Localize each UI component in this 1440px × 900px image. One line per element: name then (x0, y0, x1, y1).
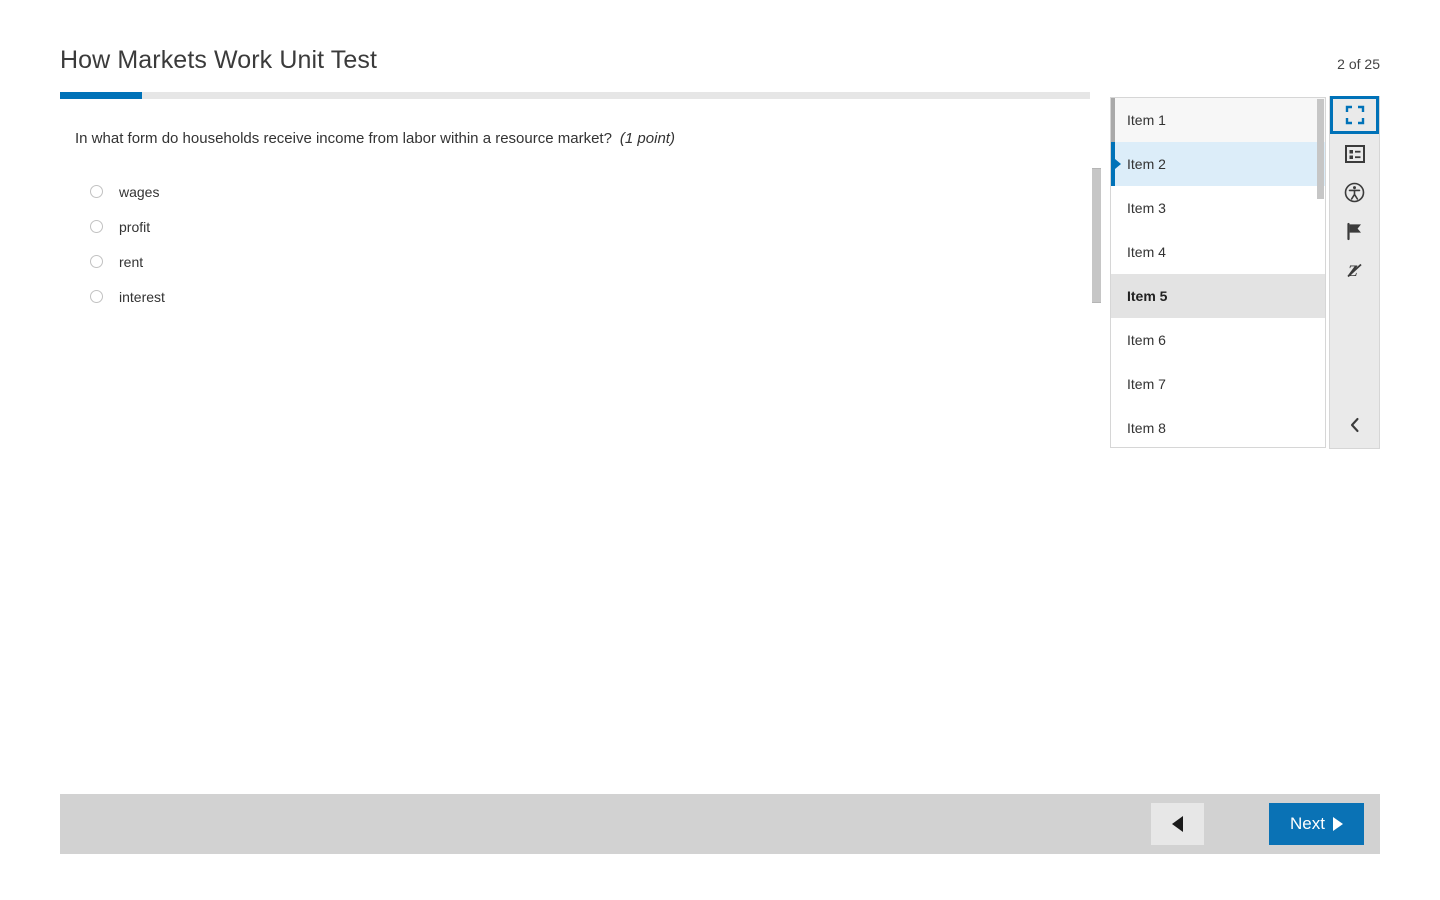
item-review-button[interactable] (1330, 134, 1379, 173)
radio-button[interactable] (90, 220, 103, 233)
item-list-scrollbar-thumb[interactable] (1317, 99, 1324, 199)
question-panel: In what form do households receive incom… (60, 118, 1101, 778)
radio-button[interactable] (90, 185, 103, 198)
item-review-list-icon (1344, 144, 1365, 163)
answer-option-label: rent (119, 253, 144, 270)
page-title: How Markets Work Unit Test (60, 46, 378, 74)
answer-options: wages profit rent interest (90, 174, 790, 314)
answer-option-label: interest (119, 288, 165, 305)
question-scrollbar-track[interactable] (1092, 168, 1101, 303)
radio-button[interactable] (90, 290, 103, 303)
list-item[interactable]: Item 5 (1111, 274, 1325, 318)
list-item[interactable]: Item 3 (1111, 186, 1325, 230)
next-button[interactable]: Next (1269, 803, 1364, 845)
list-item[interactable]: Item 1 (1111, 98, 1325, 142)
accessibility-button[interactable] (1330, 173, 1379, 212)
item-navigation-list[interactable]: Item 1 Item 2 Item 3 Item 4 Item 5 Item … (1110, 97, 1326, 448)
list-item[interactable]: Item 8 (1111, 406, 1325, 447)
list-item[interactable]: Item 2 (1111, 142, 1325, 186)
answer-option[interactable]: interest (90, 279, 790, 314)
list-item-label: Item 3 (1127, 200, 1166, 216)
list-item-label: Item 8 (1127, 420, 1166, 436)
fullscreen-icon (1345, 105, 1365, 125)
list-item[interactable]: Item 4 (1111, 230, 1325, 274)
list-item-label: Item 2 (1127, 156, 1166, 172)
next-button-label: Next (1290, 814, 1325, 833)
list-item-label: Item 5 (1127, 288, 1168, 304)
list-item[interactable]: Item 6 (1111, 318, 1325, 362)
list-item[interactable]: Item 7 (1111, 362, 1325, 406)
list-item-label: Item 7 (1127, 376, 1166, 392)
zoom-off-icon: Z (1345, 261, 1364, 280)
question-stem: In what form do households receive incom… (75, 130, 612, 147)
answer-option[interactable]: profit (90, 209, 790, 244)
zoom-off-button[interactable]: Z (1330, 251, 1379, 290)
progress-bar-fill (60, 92, 143, 99)
page-counter: 2 of 25 (1337, 56, 1380, 72)
answer-option[interactable]: wages (90, 174, 790, 209)
fullscreen-button[interactable] (1330, 96, 1379, 134)
radio-button[interactable] (90, 255, 103, 268)
previous-button[interactable] (1151, 803, 1204, 845)
answer-option-label: profit (119, 218, 151, 235)
triangle-left-icon (1172, 816, 1183, 832)
list-item-label: Item 6 (1127, 332, 1166, 348)
chevron-left-icon (1349, 417, 1361, 438)
question-scrollbar-thumb[interactable] (1092, 168, 1101, 303)
flag-icon (1345, 222, 1364, 241)
question-points: (1 point) (619, 130, 675, 147)
current-item-marker-icon (1111, 142, 1115, 186)
item-status-bar (1111, 98, 1115, 142)
triangle-right-icon (1332, 817, 1343, 831)
answer-option[interactable]: rent (90, 244, 790, 279)
question-text: In what form do households receive incom… (75, 130, 675, 147)
collapse-panel-button[interactable] (1330, 406, 1379, 448)
list-item-label: Item 1 (1127, 112, 1166, 128)
assessment-page: How Markets Work Unit Test 2 of 25 In wh… (0, 0, 1440, 900)
flag-button[interactable] (1330, 212, 1379, 251)
progress-bar-track (60, 92, 1090, 99)
list-item-label: Item 4 (1127, 244, 1166, 260)
answer-option-label: wages (119, 183, 160, 200)
navigation-footer: Next (60, 794, 1380, 854)
accessibility-icon (1344, 182, 1365, 203)
tool-rail: Z (1329, 96, 1380, 449)
